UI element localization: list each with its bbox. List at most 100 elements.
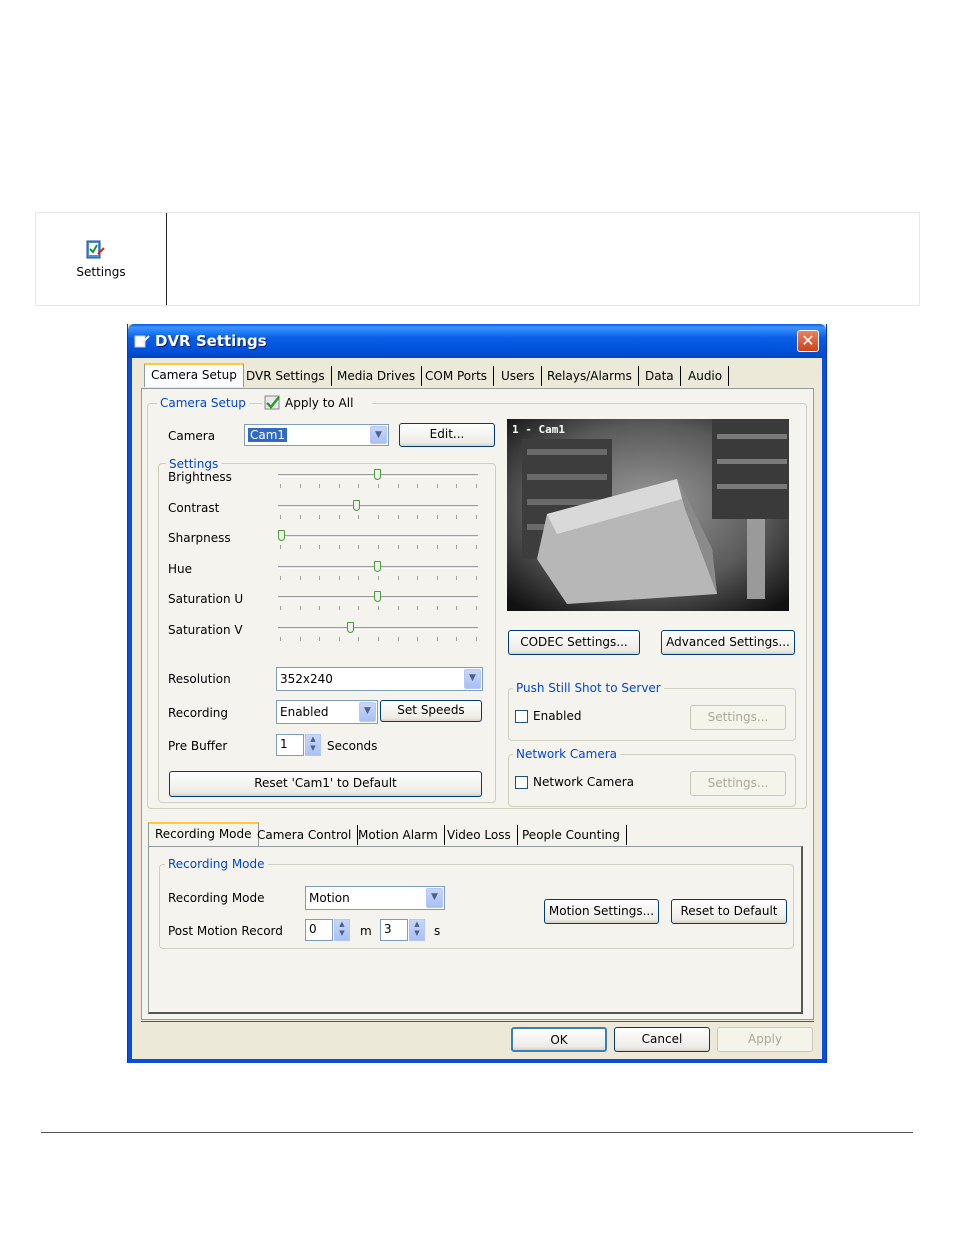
reset-camera-button[interactable]: Reset 'Cam1' to Default	[169, 771, 482, 797]
tab-recording-mode[interactable]: Recording Mode	[148, 822, 259, 846]
slider-tick	[299, 545, 301, 549]
slider-tick	[397, 606, 399, 610]
camera-label: Camera	[168, 429, 216, 443]
close-button[interactable]: ✕	[797, 330, 819, 352]
codec-settings-button[interactable]: CODEC Settings...	[508, 630, 640, 655]
footer-separator	[141, 1021, 814, 1022]
slider-tick	[358, 637, 360, 641]
tab-users[interactable]: Users	[495, 366, 542, 386]
chevron-down-icon[interactable]: ▼	[426, 888, 443, 908]
slider-tick	[280, 576, 281, 580]
slider-tick	[358, 606, 360, 610]
tab-relays-alarms[interactable]: Relays/Alarms	[541, 366, 639, 386]
slider-tick	[338, 606, 340, 610]
tab-com-ports[interactable]: COM Ports	[419, 366, 495, 386]
slider-tick	[280, 606, 281, 610]
recording-mode-group-label: Recording Mode	[165, 857, 268, 871]
slider-tick	[338, 484, 340, 488]
slider-tick	[280, 515, 281, 519]
tab-camera-setup[interactable]: Camera Setup	[144, 363, 244, 387]
tab-motion-alarm[interactable]: Motion Alarm	[352, 825, 445, 845]
post-minutes-input[interactable]: 0	[305, 919, 333, 941]
camera-setup-group-label: Camera Setup	[157, 396, 249, 410]
slider-thumb[interactable]	[352, 500, 360, 511]
recording-mode-label: Recording Mode	[168, 891, 265, 905]
slider-thumb[interactable]	[347, 622, 355, 633]
tab-video-loss[interactable]: Video Loss	[441, 825, 518, 845]
slider-tick	[280, 637, 281, 641]
prebuffer-unit: Seconds	[327, 739, 378, 753]
network-camera-label: Network Camera	[533, 775, 635, 789]
slider-tick	[378, 606, 379, 610]
slider-tick	[299, 515, 301, 519]
slider-label: Hue	[168, 562, 193, 576]
prebuffer-spinner[interactable]: ▲ ▼	[305, 734, 321, 756]
advanced-settings-button[interactable]: Advanced Settings...	[661, 630, 795, 655]
tab-dvr-settings[interactable]: DVR Settings	[240, 366, 332, 386]
info-table: Settings	[35, 212, 920, 306]
push-enabled-label: Enabled	[533, 709, 582, 723]
slider-tick	[338, 637, 340, 641]
slider-tick	[436, 576, 438, 580]
dvr-settings-window: DVR Settings ✕ Camera Setup DVR Settings…	[127, 324, 827, 1063]
chevron-down-icon[interactable]: ▼	[464, 669, 481, 689]
slider-thumb[interactable]	[374, 591, 381, 602]
network-camera-group-label: Network Camera	[513, 747, 621, 761]
slider-tick	[378, 576, 379, 580]
push-settings-button[interactable]: Settings...	[690, 705, 786, 730]
settings-label: Settings	[76, 265, 126, 279]
network-settings-button[interactable]: Settings...	[690, 771, 786, 796]
window-title: DVR Settings	[155, 332, 267, 350]
reset-to-default-button[interactable]: Reset to Default	[671, 899, 787, 924]
ok-button[interactable]: OK	[511, 1027, 607, 1052]
info-divider	[166, 213, 167, 305]
resolution-select[interactable]: 352x240 ▼	[276, 667, 483, 691]
recording-mode-select[interactable]: Motion ▼	[305, 886, 445, 910]
network-camera-checkbox[interactable]	[515, 776, 528, 789]
slider-tick	[397, 484, 399, 488]
slider-track[interactable]	[278, 627, 478, 630]
post-seconds-spinner[interactable]: ▲ ▼	[409, 919, 425, 941]
edit-button[interactable]: Edit...	[399, 423, 495, 447]
slider-track[interactable]	[278, 535, 478, 538]
chevron-down-icon[interactable]: ▼	[359, 702, 376, 722]
slider-tick	[319, 515, 321, 519]
slider-tick	[417, 515, 419, 519]
settings-group-label: Settings	[166, 457, 222, 471]
title-bar[interactable]: DVR Settings ✕	[128, 324, 826, 358]
slider-tick	[299, 606, 301, 610]
recording-select[interactable]: Enabled ▼	[276, 700, 378, 724]
apply-button[interactable]: Apply	[717, 1027, 813, 1052]
slider-track[interactable]	[278, 505, 478, 508]
slider-thumb[interactable]	[278, 530, 285, 541]
tab-audio[interactable]: Audio	[682, 366, 730, 386]
prebuffer-label: Pre Buffer	[168, 739, 228, 753]
post-minutes-spinner[interactable]: ▲ ▼	[334, 919, 350, 941]
lower-tabs: Recording Mode Camera Control Motion Ala…	[148, 822, 808, 847]
tab-camera-control[interactable]: Camera Control	[251, 825, 359, 845]
prebuffer-input[interactable]: 1	[276, 734, 304, 756]
seconds-unit: s	[434, 924, 441, 938]
camera-select[interactable]: Cam1 ▼	[244, 424, 389, 446]
apply-to-all[interactable]: Apply to All	[262, 393, 372, 413]
resolution-value: 352x240	[280, 672, 333, 686]
set-speeds-button[interactable]: Set Speeds	[380, 700, 482, 722]
cancel-button[interactable]: Cancel	[614, 1027, 710, 1052]
apply-to-all-label: Apply to All	[285, 396, 354, 410]
slider-tick	[299, 484, 301, 488]
slider-tick	[476, 515, 477, 519]
push-enabled-checkbox[interactable]	[515, 710, 528, 723]
post-seconds-input[interactable]: 3	[380, 919, 408, 941]
tab-people-counting[interactable]: People Counting	[516, 825, 627, 845]
slider-thumb[interactable]	[374, 469, 381, 480]
slider-tick	[358, 576, 360, 580]
slider-tick	[338, 515, 340, 519]
slider-label: Saturation U	[168, 592, 244, 606]
tab-media-drives[interactable]: Media Drives	[331, 366, 423, 386]
slider-tick	[378, 515, 379, 519]
chevron-down-icon[interactable]: ▼	[370, 426, 387, 444]
motion-settings-button[interactable]: Motion Settings...	[544, 899, 659, 924]
tab-data[interactable]: Data	[639, 366, 681, 386]
slider-tick	[456, 515, 458, 519]
slider-thumb[interactable]	[374, 561, 381, 572]
